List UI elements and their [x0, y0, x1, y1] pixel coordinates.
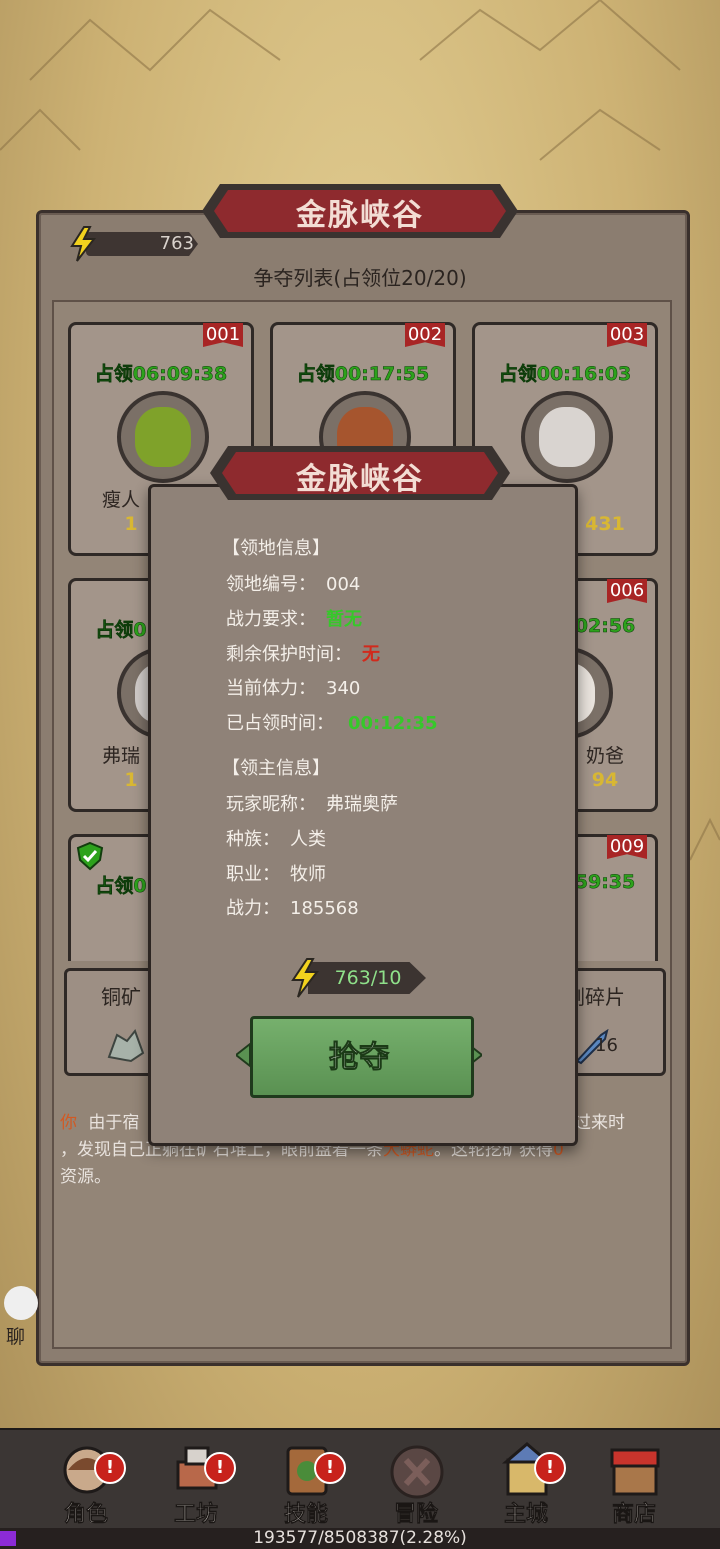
value: 185568 [290, 898, 359, 919]
chat-label: 聊 [6, 1326, 26, 1348]
lightning-icon [291, 958, 320, 998]
lightning-icon [70, 226, 97, 262]
experience-bar: 193577/8508387(2.28%) [0, 1528, 720, 1549]
list-title: 争夺列表(占领位20/20) [253, 266, 467, 290]
alert-badge: ! [534, 1452, 566, 1484]
territory-id-row: 领地编号： 004 [226, 570, 360, 596]
panel-title: 金脉峡谷 [296, 198, 424, 233]
energy-cost-value: 763/10 [334, 967, 402, 989]
nav-label: 角色 [63, 1502, 109, 1528]
log-text: 过来时 [574, 1113, 625, 1133]
grab-button-label: 抢夺 [329, 1040, 390, 1076]
label: 玩家昵称： [226, 794, 316, 815]
energy-display: 763 [66, 226, 201, 262]
label: 剩余保护时间： [226, 644, 352, 665]
occupied-time: 占领06:09:38 [94, 363, 228, 386]
alert-badge: ! [94, 1452, 126, 1484]
log-text: 由于宿 [88, 1113, 140, 1133]
nav-character[interactable]: ! 角色 [36, 1430, 136, 1530]
label: 已占领时间： [226, 713, 334, 734]
chat-button[interactable]: 聊 [2, 1282, 42, 1352]
label: 战力： [226, 898, 280, 919]
value: 340 [326, 678, 361, 699]
nav-label: 技能 [283, 1502, 329, 1528]
label: 领地编号： [226, 574, 316, 595]
log-you: 你 [60, 1113, 77, 1133]
power-row: 战力： 185568 [226, 894, 359, 920]
nav-label: 冒险 [393, 1502, 439, 1528]
occupied-time: 占领00:16:03 [498, 363, 632, 386]
territory-number: 002 [405, 323, 445, 347]
title-banner: 金脉峡谷 [200, 178, 520, 244]
value: 无 [362, 644, 380, 665]
value: 弗瑞奥萨 [326, 794, 398, 815]
nav-label: 主城 [503, 1502, 549, 1528]
resource-quantity: 16 [595, 1035, 618, 1056]
lord-info-header: 【领主信息】 [222, 758, 330, 779]
territory-number: 009 [607, 835, 647, 859]
label: 种族： [226, 829, 280, 850]
avatar [117, 391, 209, 483]
value: 人类 [290, 829, 326, 850]
race-row: 种族： 人类 [226, 825, 326, 851]
modal-title: 金脉峡谷 [296, 462, 424, 497]
bottom-navigation: ! 角色 ! 工坊 ! 技能 冒险 ! 主城 商店 [0, 1428, 720, 1530]
energy-value: 763 [159, 233, 194, 254]
label: 当前体力： [226, 678, 316, 699]
grab-button[interactable]: 抢夺 [236, 1014, 482, 1098]
nav-label: 商店 [611, 1502, 657, 1528]
ore-icon [107, 1028, 145, 1063]
nav-shop[interactable]: 商店 [584, 1430, 684, 1530]
label: 职业： [226, 864, 280, 885]
territory-number: 006 [607, 579, 647, 603]
experience-text: 193577/8508387(2.28%) [253, 1528, 467, 1548]
alert-badge: ! [204, 1452, 236, 1484]
energy-cost: 763/10 [288, 958, 428, 998]
nav-adventure[interactable]: 冒险 [366, 1430, 466, 1530]
adventure-icon [390, 1445, 444, 1499]
nickname-row: 玩家昵称： 弗瑞奥萨 [226, 790, 398, 816]
nav-workshop[interactable]: ! 工坊 [146, 1430, 246, 1530]
modal-title-banner: 金脉峡谷 [208, 440, 512, 506]
alert-badge: ! [314, 1452, 346, 1484]
value: 00:12:35 [348, 713, 438, 734]
territory-number: 001 [203, 323, 243, 347]
shop-icon [610, 1448, 660, 1496]
nav-main-city[interactable]: ! 主城 [476, 1430, 576, 1530]
value: 暂无 [326, 609, 362, 630]
occupied-time-row: 已占领时间： 00:12:35 [226, 709, 438, 735]
protection-time-row: 剩余保护时间： 无 [226, 640, 380, 666]
territory-number: 003 [607, 323, 647, 347]
stamina-row: 当前体力： 340 [226, 674, 360, 700]
log-text: 资源。 [60, 1167, 111, 1187]
value: 牧师 [290, 864, 326, 885]
nav-skill[interactable]: ! 技能 [256, 1430, 356, 1530]
territory-info-header: 【领地信息】 [222, 538, 330, 559]
avatar [521, 391, 613, 483]
chat-bubble-icon [4, 1286, 38, 1320]
nav-label: 工坊 [173, 1502, 219, 1528]
power-requirement-row: 战力要求： 暂无 [226, 605, 362, 631]
class-row: 职业： 牧师 [226, 860, 326, 886]
shield-icon [76, 841, 104, 871]
occupied-time: 占领00:17:55 [296, 363, 430, 386]
value: 004 [326, 574, 361, 595]
label: 战力要求： [226, 609, 316, 630]
